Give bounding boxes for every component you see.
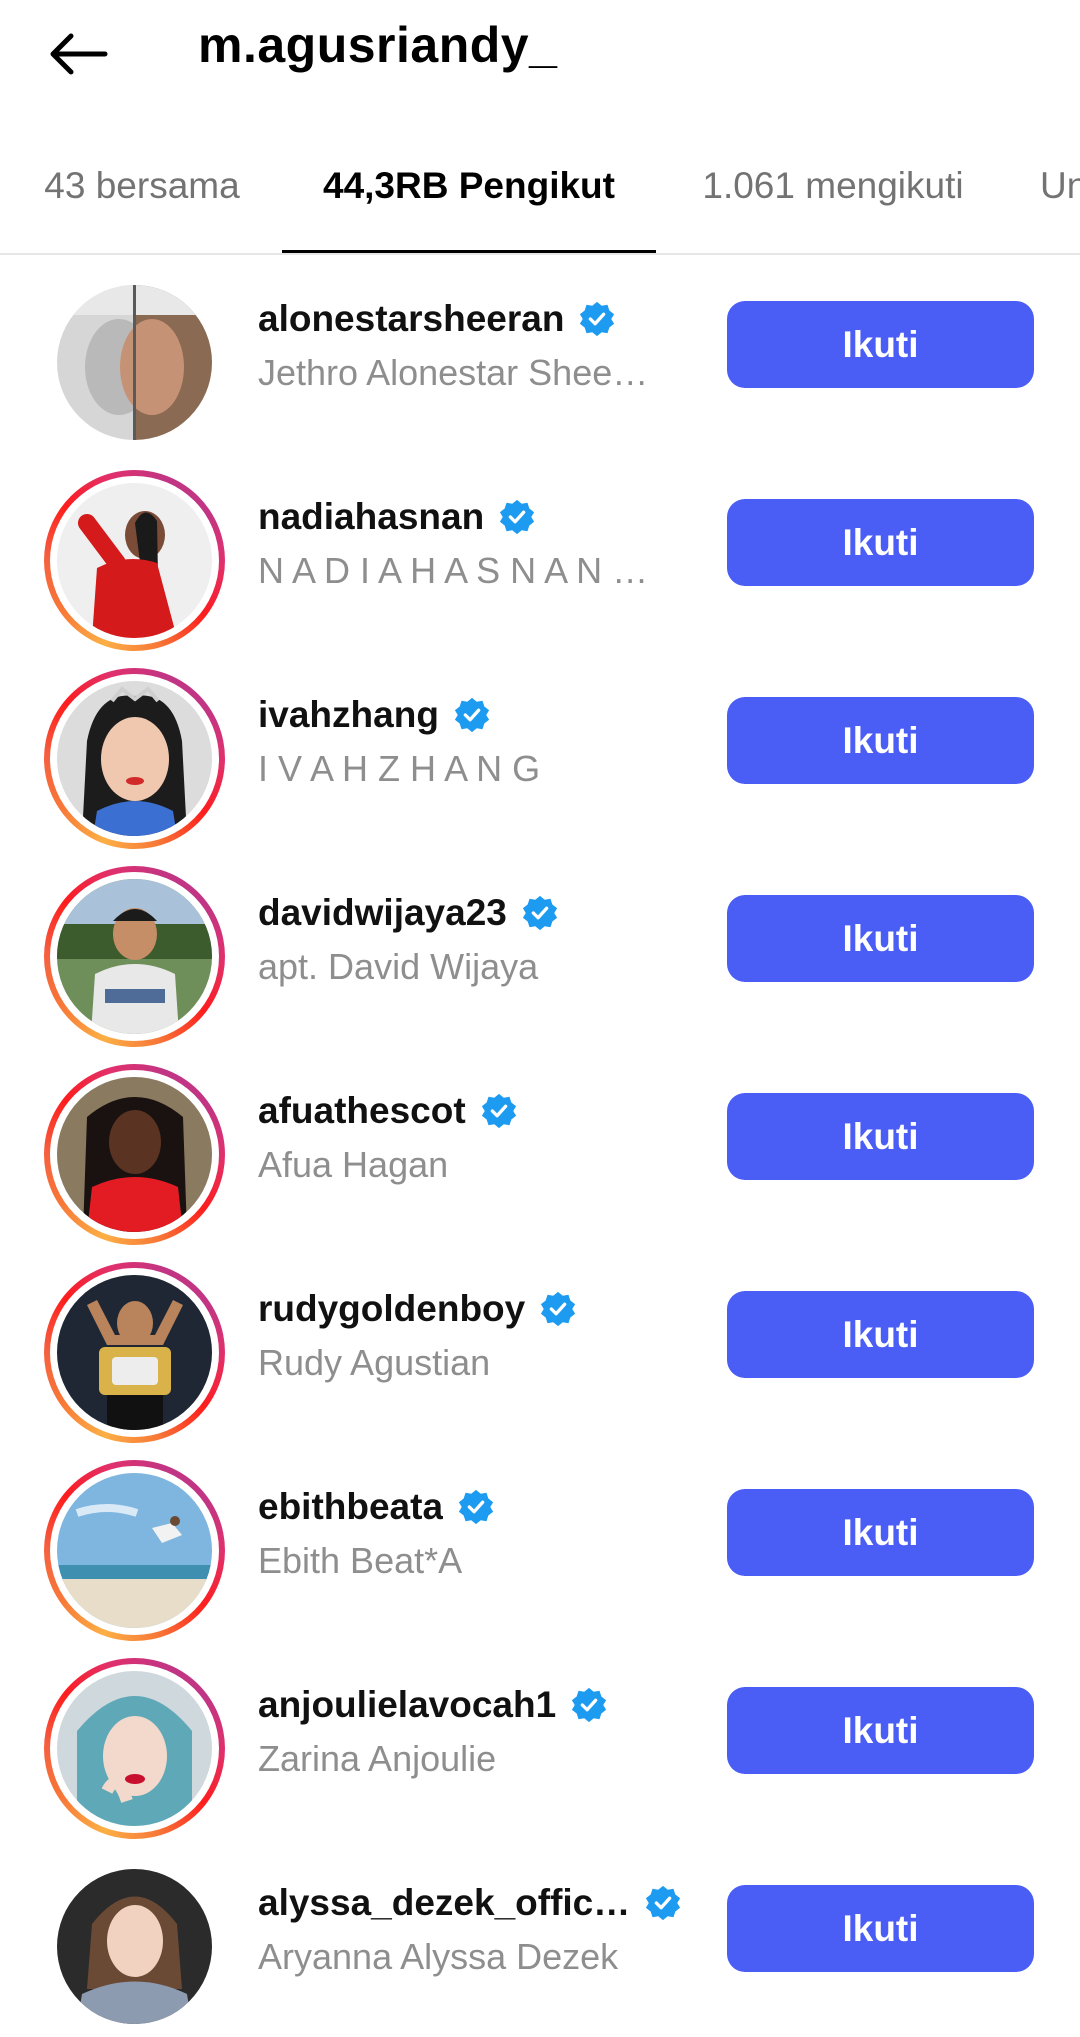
list-item[interactable]: alonestarsheeran Jethro Alonestar Shee… … [0, 255, 1080, 453]
page-title: m.agusriandy_ [198, 17, 558, 73]
follow-button[interactable]: Ikuti [727, 1489, 1034, 1576]
list-item[interactable]: afuathescot Afua Hagan Ikuti [0, 1047, 1080, 1245]
username[interactable]: nadiahasnan [258, 496, 484, 538]
user-info: davidwijaya23 apt. David Wijaya [258, 885, 698, 993]
avatar[interactable] [44, 272, 225, 453]
follow-button[interactable]: Ikuti [727, 499, 1034, 586]
back-button[interactable] [36, 12, 120, 96]
avatar[interactable] [44, 1856, 225, 2037]
list-item[interactable]: rudygoldenboy Rudy Agustian Ikuti [0, 1245, 1080, 1443]
user-info: afuathescot Afua Hagan [258, 1083, 698, 1191]
verified-badge-icon [541, 1291, 576, 1327]
full-name: Ebith Beat*A [258, 1540, 463, 1581]
full-name: Aryanna Alyssa Dezek [258, 1936, 619, 1977]
user-info: ivahzhang I V A H Z H A N G [258, 687, 698, 795]
user-info: alyssa_dezek_offic… Aryanna Alyssa Dezek [258, 1875, 698, 1983]
list-item[interactable]: ivahzhang I V A H Z H A N G Ikuti [0, 651, 1080, 849]
tab-following[interactable]: 1.061 mengikuti [694, 145, 972, 253]
follow-button[interactable]: Ikuti [727, 1687, 1034, 1774]
username[interactable]: alonestarsheeran [258, 298, 564, 340]
username[interactable]: anjoulielavocah1 [258, 1684, 556, 1726]
verified-badge-icon [646, 1885, 681, 1921]
avatar-story-ring[interactable] [44, 470, 225, 651]
list-item[interactable]: nadiahasnan N A D I A H A S N A N … Ikut… [0, 453, 1080, 651]
username[interactable]: rudygoldenboy [258, 1288, 525, 1330]
username[interactable]: davidwijaya23 [258, 892, 507, 934]
verified-badge-icon [458, 1489, 494, 1525]
full-name: Zarina Anjoulie [258, 1738, 497, 1779]
avatar-story-ring[interactable] [44, 1460, 225, 1641]
user-info: rudygoldenboy Rudy Agustian [258, 1281, 698, 1389]
verified-badge-icon [454, 697, 490, 733]
tab-mutual[interactable]: 43 bersama [36, 145, 248, 253]
user-info: alonestarsheeran Jethro Alonestar Shee… [258, 291, 698, 399]
follow-button[interactable]: Ikuti [727, 1291, 1034, 1378]
tab-bar: 43 bersama 44,3RB Pengikut 1.061 mengiku… [0, 145, 1080, 255]
username[interactable]: ebithbeata [258, 1486, 443, 1528]
followers-list: alonestarsheeran Jethro Alonestar Shee… … [0, 255, 1080, 2037]
verified-badge-icon [500, 499, 535, 535]
follow-button[interactable]: Ikuti [727, 697, 1034, 784]
user-info: anjoulielavocah1 Zarina Anjoulie [258, 1677, 698, 1785]
follow-button[interactable]: Ikuti [727, 895, 1034, 982]
full-name: Rudy Agustian [258, 1342, 491, 1383]
full-name: Afua Hagan [258, 1144, 449, 1185]
verified-badge-icon [572, 1687, 607, 1723]
username[interactable]: alyssa_dezek_offic… [258, 1882, 630, 1924]
follow-button[interactable]: Ikuti [727, 1093, 1034, 1180]
full-name: N A D I A H A S N A N … [258, 550, 649, 591]
top-bar: m.agusriandy_ [0, 0, 1080, 110]
tab-followers[interactable]: 44,3RB Pengikut [282, 145, 656, 253]
user-info: ebithbeata Ebith Beat*A [258, 1479, 698, 1587]
full-name: I V A H Z H A N G [258, 748, 541, 789]
verified-badge-icon [481, 1093, 516, 1129]
follow-button[interactable]: Ikuti [727, 301, 1034, 388]
avatar-story-ring[interactable] [44, 668, 225, 849]
list-item[interactable]: davidwijaya23 apt. David Wijaya Ikuti [0, 849, 1080, 1047]
user-info: nadiahasnan N A D I A H A S N A N … [258, 489, 698, 597]
full-name: apt. David Wijaya [258, 946, 539, 987]
username[interactable]: afuathescot [258, 1090, 466, 1132]
avatar-story-ring[interactable] [44, 866, 225, 1047]
list-item[interactable]: ebithbeata Ebith Beat*A Ikuti [0, 1443, 1080, 1641]
username[interactable]: ivahzhang [258, 694, 439, 736]
avatar-story-ring[interactable] [44, 1262, 225, 1443]
arrow-left-icon [50, 33, 108, 75]
full-name: Jethro Alonestar Shee… [258, 352, 649, 393]
verified-badge-icon [580, 301, 615, 337]
avatar-story-ring[interactable] [44, 1064, 225, 1245]
list-item[interactable]: alyssa_dezek_offic… Aryanna Alyssa Dezek… [0, 1839, 1080, 2037]
follow-button[interactable]: Ikuti [727, 1885, 1034, 1972]
list-item[interactable]: anjoulielavocah1 Zarina Anjoulie Ikuti [0, 1641, 1080, 1839]
avatar-story-ring[interactable] [44, 1658, 225, 1839]
verified-badge-icon [522, 895, 557, 931]
tab-more[interactable]: Un [1040, 145, 1080, 253]
